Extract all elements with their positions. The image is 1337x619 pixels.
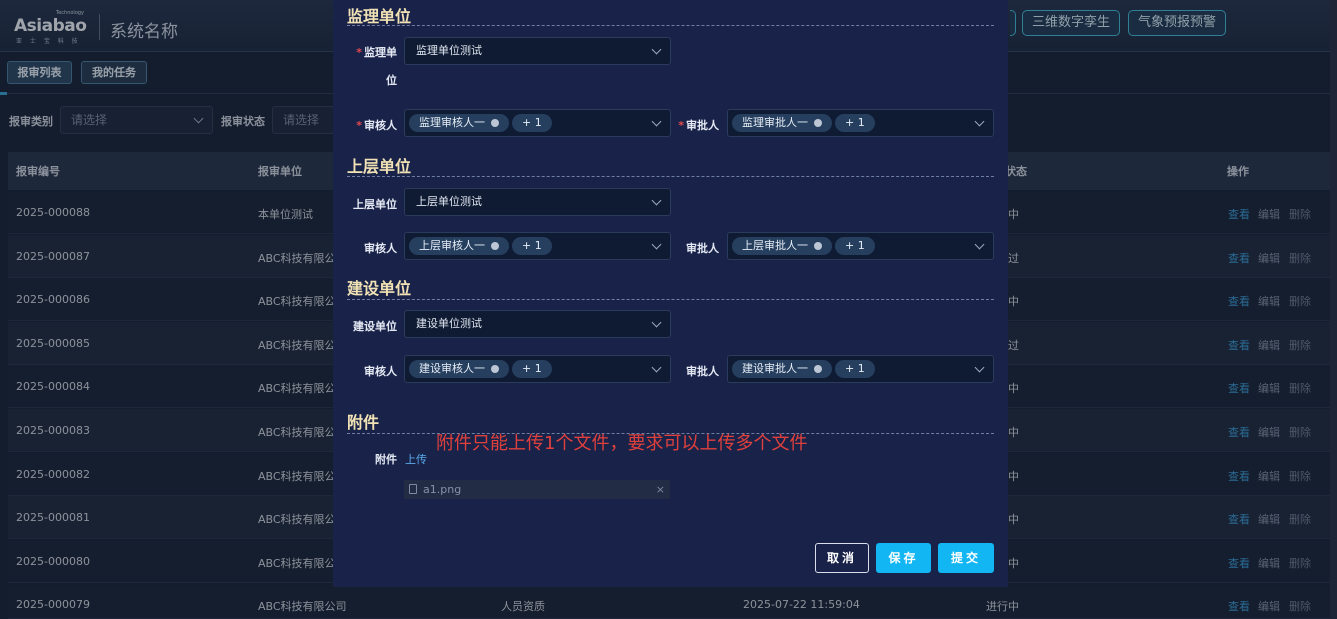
chevron-down-icon: [974, 362, 985, 373]
annotation-note: 附件只能上传1个文件，要求可以上传多个文件: [436, 433, 808, 454]
upper-approver-label: 审批人: [686, 242, 719, 255]
upper-reviewer-select[interactable]: 上层审核人一 + 1: [404, 232, 671, 260]
upper-unit-label: 上层单位: [353, 198, 397, 211]
submit-button[interactable]: 提交: [938, 543, 994, 573]
upper-approver-tag[interactable]: 上层审批人一: [732, 237, 832, 255]
tag-close-icon[interactable]: [491, 365, 499, 373]
section-title-upper: 上层单位: [347, 157, 412, 176]
supervision-approver-tag[interactable]: 监理审批人一: [732, 114, 832, 132]
tag-close-icon[interactable]: [814, 242, 822, 250]
section-divider: [347, 25, 994, 26]
attachment-label: 附件: [375, 453, 397, 466]
construction-reviewer-tag[interactable]: 建设审核人一: [409, 360, 509, 378]
file-name: a1.png: [423, 483, 462, 496]
construction-unit-label: 建设单位: [353, 320, 397, 333]
supervision-reviewer-more: + 1: [512, 114, 552, 132]
supervision-reviewer-tag[interactable]: 监理审核人一: [409, 114, 509, 132]
upper-unit-value: 上层单位测试: [416, 195, 482, 208]
upper-reviewer-label: 审核人: [364, 242, 397, 255]
section-title-attachment: 附件: [347, 413, 380, 432]
construction-reviewer-more: + 1: [512, 360, 552, 378]
tag-close-icon[interactable]: [491, 119, 499, 127]
upper-unit-select[interactable]: 上层单位测试: [404, 188, 671, 216]
section-title-supervision: 监理单位: [347, 7, 412, 26]
construction-approver-select[interactable]: 建设审批人一 + 1: [727, 355, 994, 383]
construction-approver-more: + 1: [835, 360, 875, 378]
tag-close-icon[interactable]: [491, 242, 499, 250]
chevron-down-icon: [651, 116, 662, 127]
upper-reviewer-more: + 1: [512, 237, 552, 255]
construction-unit-select[interactable]: 建设单位测试: [404, 310, 671, 338]
supervision-reviewer-label: * 审核人: [356, 119, 397, 132]
file-icon: [409, 484, 417, 494]
supervision-unit-label-2: 位: [386, 74, 397, 87]
tag-close-icon[interactable]: [814, 119, 822, 127]
cancel-button[interactable]: 取消: [815, 543, 869, 573]
upper-approver-select[interactable]: 上层审批人一 + 1: [727, 232, 994, 260]
chevron-down-icon: [651, 362, 662, 373]
uploaded-file: a1.png ×: [404, 480, 670, 499]
save-button[interactable]: 保存: [876, 543, 931, 573]
section-divider: [347, 176, 994, 177]
upper-reviewer-tag[interactable]: 上层审核人一: [409, 237, 509, 255]
remove-file-icon[interactable]: ×: [656, 480, 665, 499]
chevron-down-icon: [651, 44, 662, 55]
section-title-construction: 建设单位: [347, 279, 412, 298]
upper-approver-more: + 1: [835, 237, 875, 255]
construction-unit-value: 建设单位测试: [416, 317, 482, 330]
chevron-down-icon: [651, 239, 662, 250]
supervision-approver-label: * 审批人: [678, 119, 719, 132]
chevron-down-icon: [974, 116, 985, 127]
upload-link[interactable]: 上传: [405, 451, 427, 467]
construction-approver-tag[interactable]: 建设审批人一: [732, 360, 832, 378]
supervision-unit-value: 监理单位测试: [416, 44, 482, 57]
supervision-approver-select[interactable]: 监理审批人一 + 1: [727, 109, 994, 137]
supervision-approver-more: + 1: [835, 114, 875, 132]
chevron-down-icon: [651, 317, 662, 328]
tag-close-icon[interactable]: [814, 365, 822, 373]
supervision-unit-select[interactable]: 监理单位测试: [404, 37, 671, 65]
chevron-down-icon: [974, 239, 985, 250]
construction-reviewer-select[interactable]: 建设审核人一 + 1: [404, 355, 671, 383]
chevron-down-icon: [651, 195, 662, 206]
supervision-reviewer-select[interactable]: 监理审核人一 + 1: [404, 109, 671, 137]
construction-reviewer-label: 审核人: [364, 365, 397, 378]
section-divider: [347, 299, 994, 300]
construction-approver-label: 审批人: [686, 365, 719, 378]
supervision-unit-label: * 监理单: [356, 46, 397, 59]
